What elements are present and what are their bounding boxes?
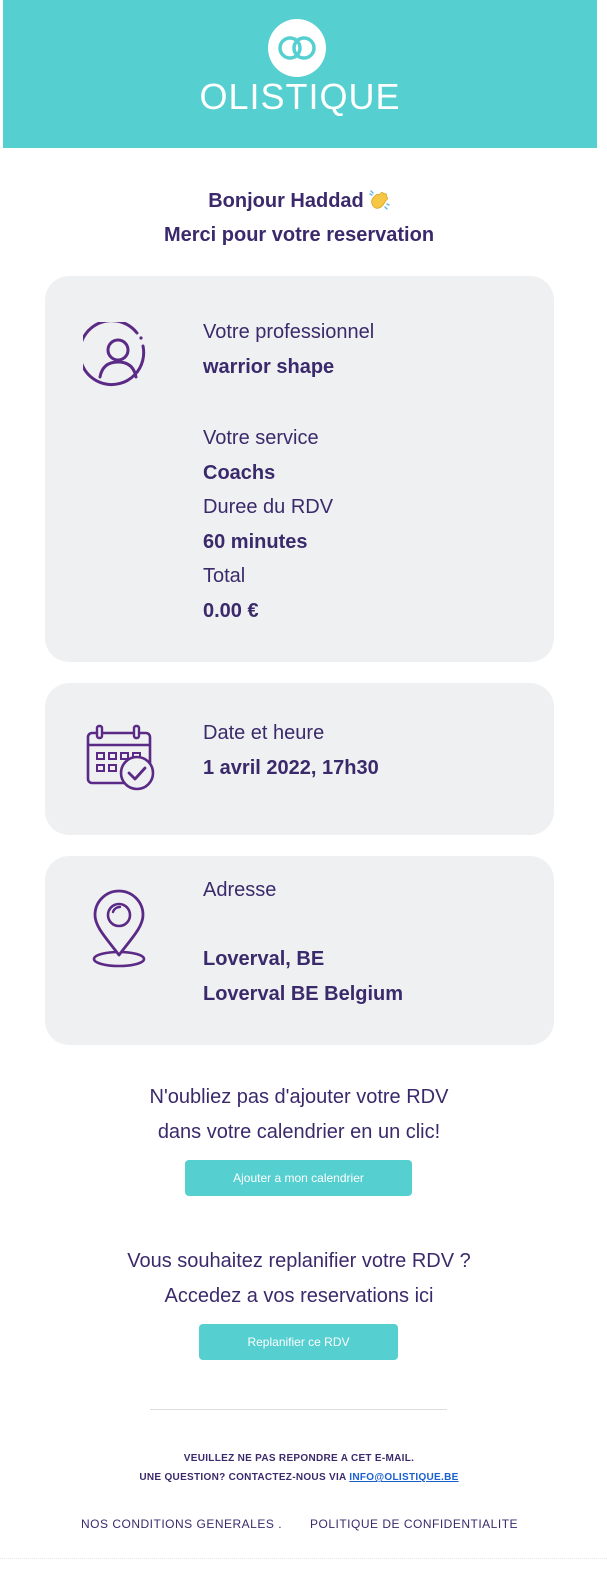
privacy-link[interactable]: POLITIQUE DE CONFIDENTIALITE	[310, 1517, 518, 1531]
replan-cta-line2: Accedez a vos reservations ici	[164, 1285, 434, 1307]
calendar-cta-line1: N'oubliez pas d'ajouter votre RDV	[149, 1086, 449, 1108]
add-to-calendar-button[interactable]: Ajouter a mon calendrier	[185, 1160, 412, 1196]
datetime-value: 1 avril 2022, 17h30	[203, 757, 379, 779]
datetime-card: Date et heure 1 avril 2022, 17h30	[45, 683, 554, 835]
interlocked-rings-logo-icon	[268, 19, 326, 77]
calendar-check-icon	[86, 724, 155, 791]
greeting-line: Bonjour Haddad	[0, 189, 598, 213]
bottom-divider	[0, 1558, 607, 1560]
address-line1: Loverval, BE	[203, 948, 325, 970]
service-label: Votre service	[203, 427, 319, 449]
user-profile-icon	[83, 322, 146, 387]
address-line2: Loverval BE Belgium	[203, 983, 404, 1005]
professional-value: warrior shape	[203, 356, 335, 378]
duration-label: Duree du RDV	[203, 496, 334, 518]
total-value: 0.00 €	[203, 600, 259, 622]
replan-cta-line1: Vous souhaitez replanifier votre RDV ?	[127, 1250, 471, 1272]
address-label: Adresse	[203, 879, 277, 901]
contact-text: UNE QUESTION? CONTACTEZ-NOUS VIA	[139, 1472, 347, 1483]
email-header: OLISTIQUE	[3, 0, 597, 148]
duration-value: 60 minutes	[203, 531, 308, 553]
professional-label: Votre professionnel	[203, 321, 375, 343]
footer-divider	[150, 1409, 447, 1410]
thanks-text: Merci pour votre reservation	[163, 224, 435, 246]
brand-name: OLISTIQUE	[199, 76, 401, 117]
calendar-cta-line2: dans votre calendrier en un clic!	[157, 1121, 441, 1143]
booking-details-card: Votre professionnel warrior shape Votre …	[45, 276, 554, 662]
service-value: Coachs	[203, 462, 276, 484]
contact-line: UNE QUESTION? CONTACTEZ-NOUS VIA INFO@OL…	[0, 1472, 598, 1483]
no-reply-notice: VEUILLEZ NE PAS REPONDRE A CET E-MAIL.	[183, 1453, 415, 1464]
location-pin-icon	[92, 889, 146, 968]
total-label: Total	[203, 565, 246, 587]
greeting-text: Bonjour Haddad	[208, 190, 364, 212]
waving-hand-icon	[369, 190, 390, 210]
address-card: Adresse Loverval, BE Loverval BE Belgium	[45, 856, 554, 1045]
replan-button[interactable]: Replanifier ce RDV	[199, 1324, 398, 1360]
terms-link[interactable]: NOS CONDITIONS GENERALES .	[81, 1517, 282, 1531]
datetime-label: Date et heure	[203, 722, 325, 744]
contact-email-link[interactable]: INFO@OLISTIQUE.BE	[349, 1472, 458, 1483]
